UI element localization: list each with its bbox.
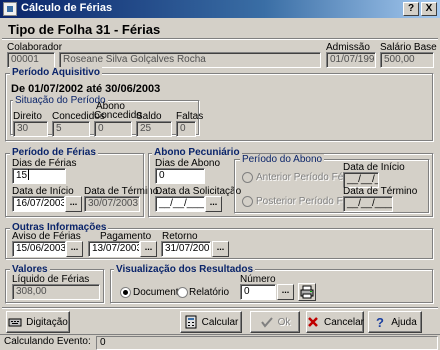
calculator-icon bbox=[184, 315, 198, 329]
admissao-field: 01/07/1995 bbox=[326, 52, 376, 68]
calcular-button[interactable]: Calcular bbox=[180, 311, 242, 333]
help-title-button[interactable]: ? bbox=[403, 2, 419, 16]
cancelar-button[interactable]: Cancelar bbox=[306, 311, 364, 333]
relatorio-label: Relatório bbox=[189, 287, 230, 298]
periodo-aquisitivo-range: De 01/07/2002 até 30/06/2003 bbox=[11, 83, 161, 95]
title-bar: Cálculo de Férias ? X bbox=[0, 0, 440, 18]
numero-picker-button[interactable]: ... bbox=[277, 284, 294, 300]
posterior-periodo-radio[interactable] bbox=[242, 196, 253, 207]
close-title-button[interactable]: X bbox=[421, 2, 437, 16]
divider bbox=[2, 307, 438, 309]
help-question-icon: ? bbox=[373, 315, 387, 330]
printer-icon[interactable] bbox=[298, 283, 316, 301]
data-solicitacao-input[interactable]: __/__/____ bbox=[155, 196, 205, 212]
periodo-ferias-title: Período de Férias bbox=[10, 147, 98, 158]
digitacao-button[interactable]: Digitação bbox=[6, 311, 70, 333]
numero-input[interactable]: 0 bbox=[240, 284, 276, 300]
retorno-picker-button[interactable]: ... bbox=[212, 241, 229, 257]
calcular-label: Calcular bbox=[201, 316, 239, 328]
digitacao-label: Digitação bbox=[26, 316, 68, 328]
data-solicitacao-picker-button[interactable]: ... bbox=[205, 196, 222, 212]
documento-radio[interactable] bbox=[120, 287, 131, 298]
ajuda-label: Ajuda bbox=[391, 316, 417, 328]
abono-concedido-field: 0 bbox=[94, 121, 132, 137]
aviso-ferias-input[interactable]: 15/06/2003 bbox=[12, 241, 66, 257]
salario-field: 500,00 bbox=[380, 52, 434, 68]
status-label: Calculando Evento: bbox=[4, 336, 91, 347]
colaborador-name-field: Roseane Silva Golçalves Rocha bbox=[59, 52, 321, 68]
aviso-ferias-picker-button[interactable]: ... bbox=[66, 241, 83, 257]
faltas-field: 0 bbox=[176, 121, 196, 137]
status-value: 0 bbox=[96, 336, 438, 350]
ajuda-button[interactable]: ? Ajuda bbox=[368, 311, 422, 333]
direito-field: 30 bbox=[13, 121, 48, 137]
situacao-periodo-title: Situação do Período bbox=[13, 95, 108, 106]
window-title: Cálculo de Férias bbox=[21, 2, 113, 14]
ok-label: Ok bbox=[277, 316, 291, 328]
data-termino-field: 30/07/2003 bbox=[84, 196, 140, 212]
dias-abono-input[interactable]: 0 bbox=[155, 168, 205, 184]
relatorio-radio[interactable] bbox=[177, 287, 188, 298]
ok-button[interactable]: Ok bbox=[250, 311, 300, 333]
pagamento-picker-button[interactable]: ... bbox=[140, 241, 157, 257]
periodo-abono-title: Período do Abono bbox=[240, 154, 325, 165]
svg-text:?: ? bbox=[376, 315, 384, 329]
divider bbox=[2, 38, 438, 40]
cancel-x-icon bbox=[306, 315, 320, 329]
saldo-field: 25 bbox=[136, 121, 172, 137]
abono-pecuniario-title: Abono Pecuniário bbox=[152, 147, 242, 158]
pagamento-input[interactable]: 13/07/2003 bbox=[88, 241, 140, 257]
concedidos-field: 5 bbox=[52, 121, 90, 137]
dias-ferias-input[interactable]: 15 bbox=[12, 168, 66, 184]
data-inicio-input[interactable]: 16/07/2003 bbox=[12, 196, 65, 212]
page-title: Tipo de Folha 31 - Férias bbox=[8, 22, 161, 37]
abono-termino-field: __/__/____ bbox=[343, 196, 393, 212]
app-icon bbox=[3, 2, 17, 16]
retorno-input[interactable]: 31/07/2003 bbox=[161, 241, 211, 257]
cancelar-label: Cancelar bbox=[323, 316, 365, 328]
data-inicio-picker-button[interactable]: ... bbox=[65, 196, 82, 212]
liquido-ferias-field: 308,00 bbox=[12, 284, 100, 300]
anterior-periodo-radio[interactable] bbox=[242, 172, 253, 183]
colaborador-code-field: 00001 bbox=[7, 52, 55, 68]
check-icon bbox=[260, 315, 274, 329]
status-bar: Calculando Evento: 0 bbox=[0, 334, 440, 350]
periodo-aquisitivo-title: Período Aquisitivo bbox=[10, 67, 102, 78]
visualizacao-title: Visualização dos Resultados bbox=[114, 264, 256, 275]
abono-concedido-label-2: Concedido bbox=[94, 110, 142, 121]
keyboard-icon bbox=[8, 315, 22, 329]
